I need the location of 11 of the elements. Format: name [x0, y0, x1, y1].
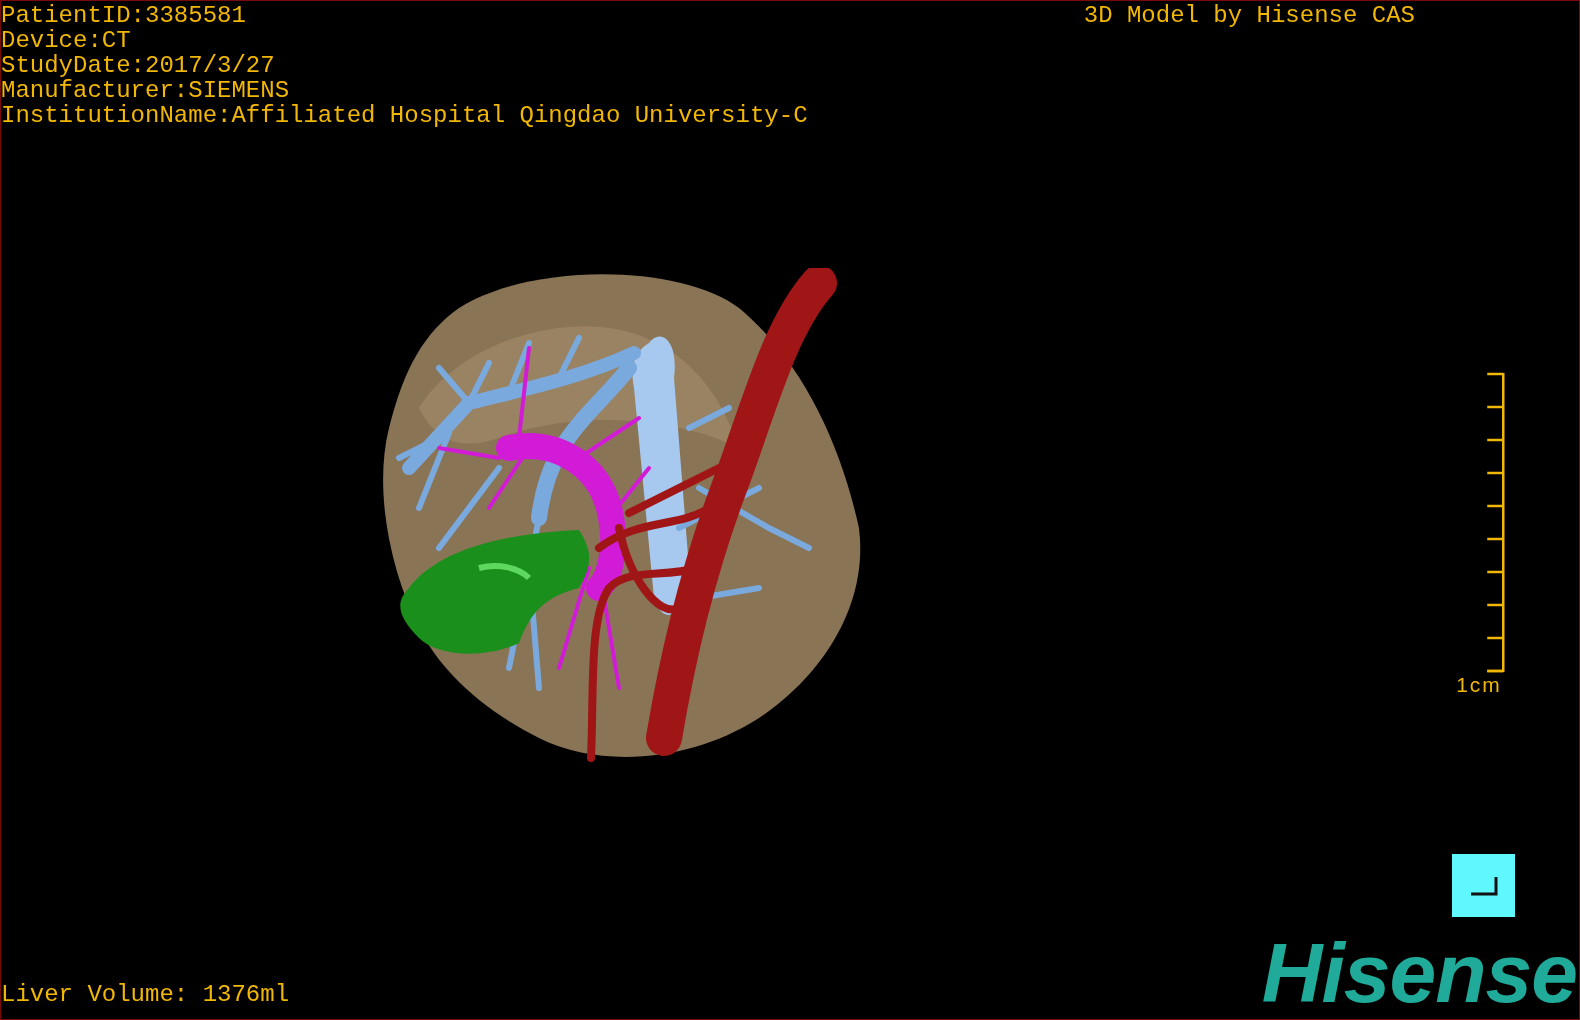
model-credit: 3D Model by Hisense CAS: [1083, 3, 1415, 28]
info-line: Manufacturer:SIEMENS: [1, 78, 291, 103]
info-line: StudyDate:2017/3/27: [1, 53, 276, 78]
corner-icon: [1468, 874, 1499, 897]
info-line: PatientID:3385581: [1, 3, 247, 28]
liver-volume: Liver Volume: 1376ml: [1, 982, 290, 1007]
scale-label: 1cm: [1456, 674, 1502, 696]
brand-logo: Hisense: [1261, 937, 1577, 1009]
info-line: InstitutionName:Affiliated Hospital Qingdao University-C: [1, 103, 808, 128]
info-line: Device:CT: [1, 28, 132, 53]
corner-button[interactable]: [1452, 854, 1515, 917]
